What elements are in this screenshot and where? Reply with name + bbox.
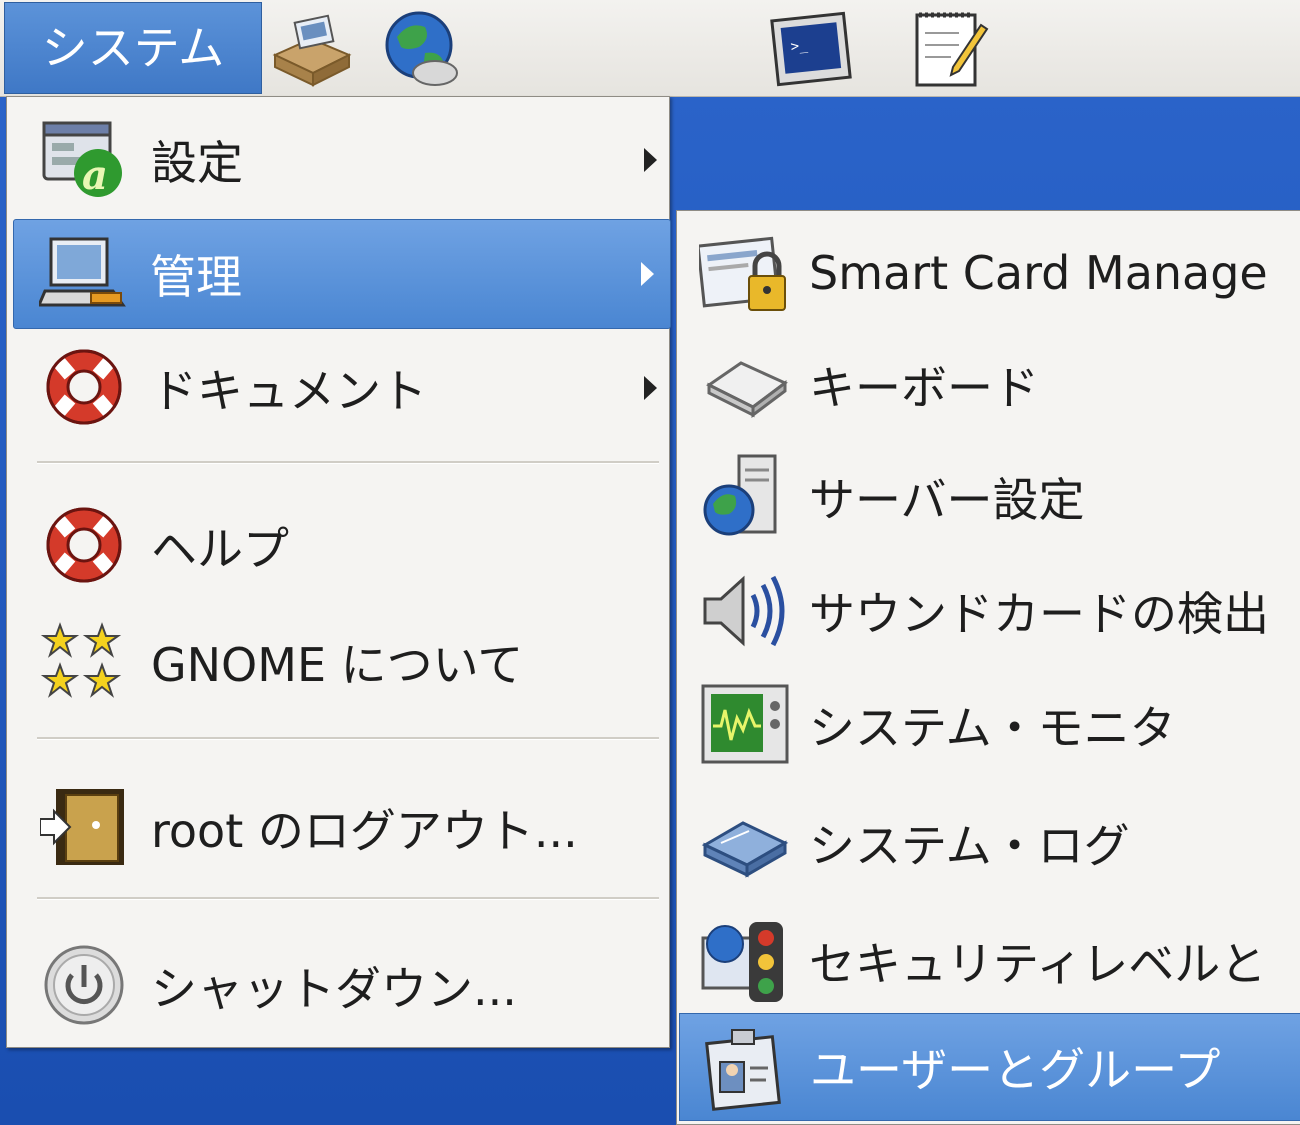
menu-item-label: GNOME について (151, 638, 524, 692)
submenu-arrow-icon (644, 376, 657, 400)
package-icon[interactable] (268, 6, 354, 92)
menu-item-about-gnome[interactable]: GNOME について (15, 607, 673, 717)
submenu-item-keyboard[interactable]: キーボード (679, 329, 1300, 441)
submenu-item-label: ユーザーとグループ (810, 1043, 1221, 1097)
menu-item-shutdown[interactable]: シャットダウン... (15, 931, 673, 1041)
submenu-item-label: Smart Card Manage (809, 246, 1268, 300)
menu-item-label: シャットダウン... (151, 962, 517, 1016)
submenu-item-label: システム・ログ (809, 819, 1130, 873)
submenu-item-system-log[interactable]: システム・ログ (679, 787, 1300, 899)
system-monitor-icon (697, 677, 793, 773)
submenu-item-system-monitor[interactable]: システム・モニタ (679, 669, 1300, 781)
preferences-icon: a (37, 112, 133, 208)
system-menu: a 設定 管理 ドキュメント ヘルプ GNOME について root のログアウ… (6, 96, 673, 1048)
submenu-item-smart-card[interactable]: Smart Card Manage (679, 217, 1300, 329)
help-lifebuoy-icon (37, 340, 133, 436)
menu-item-label: root のログアウト... (151, 804, 578, 858)
submenu-item-security-level[interactable]: セキュリティレベルと (679, 905, 1300, 1017)
svg-text:a: a (82, 152, 108, 199)
log-book-icon (697, 795, 793, 891)
submenu-item-label: サーバー設定 (809, 473, 1085, 527)
menu-item-label: 設定 (151, 136, 243, 190)
top-panel: システム >_ (0, 0, 1300, 97)
submenu-item-label: システム・モニタ (809, 701, 1176, 755)
submenu-item-users-groups[interactable]: ユーザーとグループ (679, 1013, 1300, 1121)
system-menu-button[interactable]: システム (4, 2, 262, 94)
submenu-item-label: キーボード (809, 361, 1039, 415)
menu-item-label: 管理 (150, 250, 242, 304)
menu-item-label: ドキュメント (151, 364, 427, 418)
speaker-icon (697, 563, 793, 659)
gnome-stars-icon (37, 614, 133, 710)
keyboard-icon (697, 337, 793, 433)
logout-door-icon (37, 780, 133, 876)
menu-item-documents[interactable]: ドキュメント (15, 333, 673, 443)
administration-icon (36, 226, 132, 322)
menu-item-administration[interactable]: 管理 (13, 219, 671, 329)
menu-separator (37, 461, 659, 464)
submenu-item-soundcard[interactable]: サウンドカードの検出 (679, 555, 1300, 667)
administration-submenu: Smart Card Manage キーボード サーバー設定 サウンドカードの検… (676, 210, 1300, 1125)
power-icon (37, 938, 133, 1034)
network-globe-icon[interactable] (378, 6, 464, 92)
menu-item-preferences[interactable]: a 設定 (15, 105, 673, 215)
terminal-icon[interactable]: >_ (768, 6, 854, 92)
menu-item-help[interactable]: ヘルプ (15, 491, 673, 601)
submenu-item-label: サウンドカードの検出 (809, 587, 1269, 641)
menu-separator (37, 737, 659, 740)
menu-item-label: ヘルプ (151, 522, 289, 576)
submenu-item-server-settings[interactable]: サーバー設定 (679, 441, 1300, 553)
submenu-arrow-icon (644, 148, 657, 172)
help-lifebuoy-icon (37, 498, 133, 594)
security-traffic-icon (697, 913, 793, 1009)
smart-card-lock-icon (697, 225, 793, 321)
users-groups-icon (698, 1019, 794, 1115)
server-globe-icon (697, 449, 793, 545)
submenu-item-label: セキュリティレベルと (809, 937, 1267, 991)
submenu-arrow-icon (641, 262, 654, 286)
svg-text:>_: >_ (790, 37, 809, 55)
menu-separator (37, 897, 659, 900)
text-editor-icon[interactable] (906, 6, 992, 92)
menu-item-logout[interactable]: root のログアウト... (15, 773, 673, 883)
